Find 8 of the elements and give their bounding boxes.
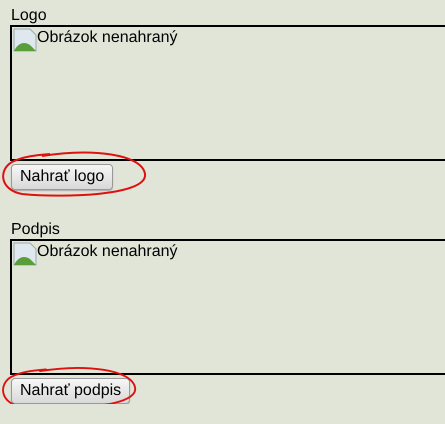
image-alt-text: Obrázok nenahraný [37, 242, 178, 261]
image-alt-text: Obrázok nenahraný [37, 28, 178, 47]
broken-image-icon [13, 242, 37, 266]
field-label: Logo [11, 6, 48, 25]
upload-button[interactable]: Nahrať logo [11, 164, 114, 190]
upload-button[interactable]: Nahrať podpis [11, 378, 130, 404]
broken-image-icon [13, 28, 37, 52]
field-label: Podpis [11, 220, 61, 239]
